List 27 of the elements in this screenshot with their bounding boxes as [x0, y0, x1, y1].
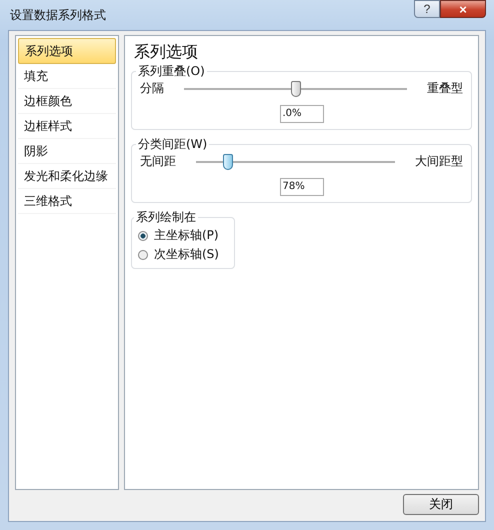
radio-label[interactable]: 主坐标轴(P) — [154, 227, 219, 244]
sidebar-item[interactable]: 阴影 — [18, 139, 116, 164]
help-button[interactable]: ? — [414, 0, 440, 18]
close-button[interactable]: × — [440, 0, 486, 18]
slider-thumb[interactable] — [222, 154, 233, 170]
panel-heading: 系列选项 — [134, 42, 199, 63]
group-legend: 系列重叠(O) — [136, 63, 207, 80]
sidebar-item[interactable]: 边框样式 — [18, 114, 116, 139]
value-field[interactable]: .0% — [280, 105, 324, 123]
slider-thumb[interactable] — [290, 80, 300, 96]
slider-max-label: 大间距型 — [415, 153, 463, 170]
sidebar-item[interactable]: 系列选项 — [18, 38, 116, 64]
group-legend: 分类间距(W) — [136, 136, 210, 153]
slider-min-label: 分隔 — [140, 80, 164, 97]
close-dialog-button[interactable]: 关闭 — [403, 494, 479, 515]
group-legend: 系列绘制在 — [134, 209, 198, 226]
sidebar-item[interactable]: 三维格式 — [18, 189, 116, 214]
radio-label[interactable]: 次坐标轴(S) — [154, 246, 219, 263]
slider-max-label: 重叠型 — [427, 80, 463, 97]
radio-button[interactable] — [138, 230, 148, 240]
slider-min-label: 无间距 — [140, 153, 176, 170]
radio-button[interactable] — [138, 250, 148, 260]
window-title: 设置数据系列格式 — [9, 6, 106, 24]
value-field[interactable]: 78% — [280, 178, 324, 196]
sidebar-item[interactable]: 发光和柔化边缘 — [18, 164, 116, 189]
sidebar-item[interactable]: 填充 — [18, 64, 116, 89]
sidebar-item[interactable]: 边框颜色 — [18, 89, 116, 114]
